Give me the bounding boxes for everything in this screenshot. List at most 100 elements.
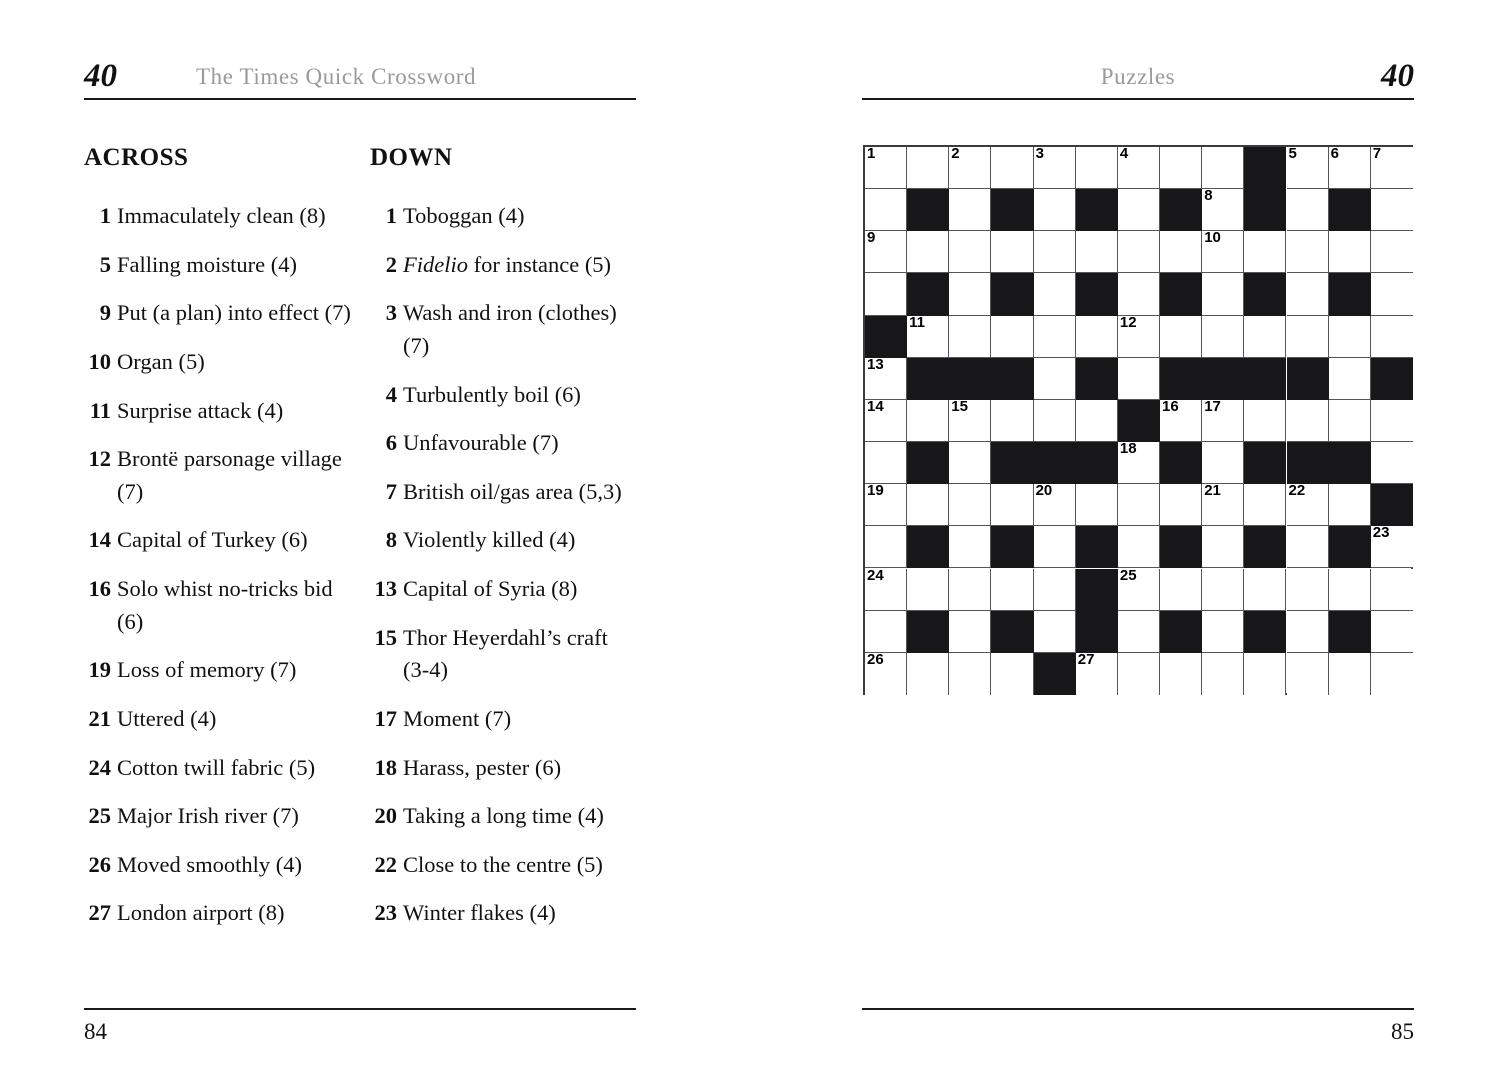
- grid-open-cell[interactable]: 22: [1286, 482, 1329, 527]
- grid-open-cell[interactable]: [1244, 484, 1287, 527]
- grid-open-cell[interactable]: [1286, 273, 1329, 316]
- grid-open-cell[interactable]: [865, 442, 908, 485]
- grid-open-cell[interactable]: [1202, 652, 1245, 695]
- grid-open-cell[interactable]: 8: [1202, 187, 1245, 232]
- grid-open-cell[interactable]: [907, 484, 950, 527]
- grid-open-cell[interactable]: 17: [1202, 398, 1245, 443]
- grid-open-cell[interactable]: [1286, 568, 1329, 611]
- grid-open-cell[interactable]: [991, 147, 1034, 190]
- grid-open-cell[interactable]: [949, 231, 992, 274]
- grid-open-cell[interactable]: [1370, 610, 1413, 653]
- grid-open-cell[interactable]: [1328, 357, 1371, 400]
- grid-open-cell[interactable]: [1370, 273, 1413, 316]
- grid-open-cell[interactable]: [1160, 484, 1203, 527]
- grid-open-cell[interactable]: [1075, 147, 1118, 190]
- grid-open-cell[interactable]: 3: [1033, 145, 1076, 190]
- grid-open-cell[interactable]: [1117, 526, 1161, 569]
- grid-open-cell[interactable]: [1117, 652, 1161, 695]
- grid-open-cell[interactable]: [1328, 399, 1371, 443]
- grid-open-cell[interactable]: [1328, 231, 1371, 274]
- grid-open-cell[interactable]: [1202, 526, 1245, 569]
- grid-open-cell[interactable]: [991, 231, 1034, 274]
- grid-open-cell[interactable]: 9: [865, 229, 908, 274]
- grid-open-cell[interactable]: [1075, 399, 1118, 443]
- grid-open-cell[interactable]: 10: [1202, 229, 1245, 274]
- grid-open-cell[interactable]: 23: [1370, 524, 1413, 569]
- grid-open-cell[interactable]: [1033, 399, 1076, 443]
- grid-open-cell[interactable]: [1244, 399, 1287, 443]
- grid-open-cell[interactable]: [949, 315, 992, 358]
- grid-open-cell[interactable]: [991, 568, 1034, 611]
- grid-open-cell[interactable]: [1033, 526, 1076, 569]
- grid-open-cell[interactable]: 13: [865, 356, 908, 400]
- grid-open-cell[interactable]: [1117, 231, 1161, 274]
- grid-open-cell[interactable]: [949, 442, 992, 485]
- grid-open-cell[interactable]: [1202, 273, 1245, 316]
- grid-open-cell[interactable]: [1160, 568, 1203, 611]
- grid-open-cell[interactable]: 2: [949, 145, 992, 190]
- grid-open-cell[interactable]: [991, 315, 1034, 358]
- grid-open-cell[interactable]: 14: [865, 398, 908, 443]
- grid-open-cell[interactable]: [1202, 442, 1245, 485]
- grid-open-cell[interactable]: [1033, 568, 1076, 611]
- grid-open-cell[interactable]: 6: [1328, 145, 1371, 190]
- grid-open-cell[interactable]: 25: [1117, 567, 1161, 611]
- grid-open-cell[interactable]: [1286, 231, 1329, 274]
- grid-open-cell[interactable]: [991, 484, 1034, 527]
- grid-open-cell[interactable]: 4: [1117, 145, 1161, 190]
- grid-open-cell[interactable]: [1370, 315, 1413, 358]
- grid-open-cell[interactable]: [1286, 610, 1329, 653]
- grid-open-cell[interactable]: [1117, 484, 1161, 527]
- grid-open-cell[interactable]: [1244, 315, 1287, 358]
- grid-open-cell[interactable]: [1202, 315, 1245, 358]
- grid-open-cell[interactable]: [1075, 484, 1118, 527]
- grid-open-cell[interactable]: [865, 526, 908, 569]
- grid-open-cell[interactable]: [1202, 568, 1245, 611]
- grid-open-cell[interactable]: 19: [865, 482, 908, 527]
- grid-open-cell[interactable]: [1033, 231, 1076, 274]
- grid-open-cell[interactable]: [1117, 273, 1161, 316]
- grid-open-cell[interactable]: [949, 273, 992, 316]
- grid-open-cell[interactable]: 26: [865, 651, 908, 695]
- grid-open-cell[interactable]: 1: [865, 145, 908, 190]
- grid-open-cell[interactable]: [1328, 484, 1371, 527]
- grid-open-cell[interactable]: [865, 189, 908, 232]
- grid-open-cell[interactable]: 7: [1370, 145, 1413, 190]
- grid-open-cell[interactable]: [1033, 357, 1076, 400]
- grid-open-cell[interactable]: [1328, 315, 1371, 358]
- grid-open-cell[interactable]: 16: [1160, 398, 1203, 443]
- grid-open-cell[interactable]: [1370, 189, 1413, 232]
- grid-open-cell[interactable]: [1033, 315, 1076, 358]
- grid-open-cell[interactable]: [949, 484, 992, 527]
- grid-open-cell[interactable]: [907, 399, 950, 443]
- grid-open-cell[interactable]: [1370, 399, 1413, 443]
- grid-open-cell[interactable]: 15: [949, 398, 992, 443]
- grid-open-cell[interactable]: [1328, 568, 1371, 611]
- grid-open-cell[interactable]: [1160, 147, 1203, 190]
- grid-open-cell[interactable]: [949, 610, 992, 653]
- grid-open-cell[interactable]: [1244, 652, 1287, 695]
- grid-open-cell[interactable]: [865, 273, 908, 316]
- grid-open-cell[interactable]: [907, 231, 950, 274]
- grid-open-cell[interactable]: [1370, 568, 1413, 611]
- grid-open-cell[interactable]: [1202, 610, 1245, 653]
- grid-open-cell[interactable]: [1370, 652, 1413, 695]
- grid-open-cell[interactable]: 11: [907, 314, 950, 358]
- grid-open-cell[interactable]: 18: [1117, 440, 1161, 485]
- grid-open-cell[interactable]: [949, 189, 992, 232]
- grid-open-cell[interactable]: [1370, 231, 1413, 274]
- grid-open-cell[interactable]: 20: [1033, 482, 1076, 527]
- grid-open-cell[interactable]: [949, 568, 992, 611]
- grid-open-cell[interactable]: [1075, 231, 1118, 274]
- grid-open-cell[interactable]: [865, 610, 908, 653]
- grid-open-cell[interactable]: [1286, 315, 1329, 358]
- grid-open-cell[interactable]: [1160, 315, 1203, 358]
- grid-open-cell[interactable]: [1033, 189, 1076, 232]
- grid-open-cell[interactable]: 12: [1117, 314, 1161, 358]
- grid-open-cell[interactable]: [1117, 357, 1161, 400]
- grid-open-cell[interactable]: [1160, 652, 1203, 695]
- grid-open-cell[interactable]: [1033, 610, 1076, 653]
- grid-open-cell[interactable]: [1202, 147, 1245, 190]
- grid-open-cell[interactable]: [949, 652, 992, 695]
- grid-open-cell[interactable]: [1286, 189, 1329, 232]
